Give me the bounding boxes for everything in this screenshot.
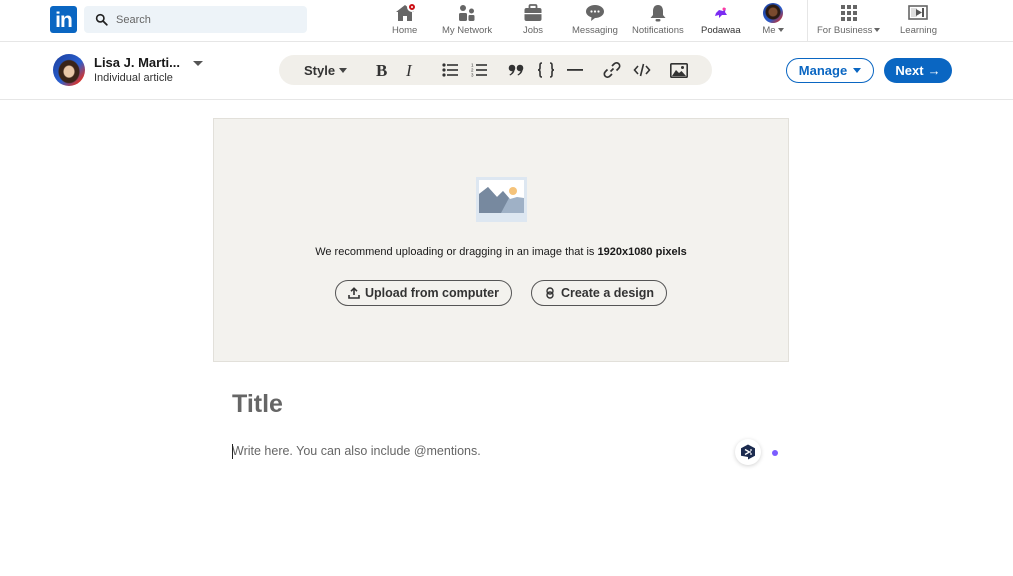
italic-icon: I	[405, 62, 413, 78]
chevron-down-icon	[339, 67, 348, 73]
manage-label: Manage	[798, 63, 848, 78]
article-type: Individual article	[94, 72, 173, 84]
grid-icon	[837, 3, 861, 23]
nav-label: For Business	[817, 25, 881, 36]
nav-label: My Network	[442, 25, 493, 36]
text-cursor	[232, 444, 233, 459]
nav-label: Learning	[900, 25, 937, 36]
bell-icon	[646, 3, 670, 23]
search-icon	[95, 13, 108, 26]
chevron-down-icon	[853, 68, 862, 73]
nav-divider	[807, 0, 808, 42]
code-block-button[interactable]	[535, 55, 557, 85]
avatar	[763, 3, 783, 23]
horizontal-rule-icon	[567, 69, 583, 71]
chevron-down-icon	[777, 28, 784, 33]
nav-label: Jobs	[522, 25, 544, 36]
play-video-icon	[906, 3, 930, 23]
italic-button[interactable]: I	[401, 55, 421, 85]
people-icon	[455, 3, 479, 23]
manage-button[interactable]: Manage	[786, 58, 874, 83]
link-icon	[603, 62, 621, 78]
author-avatar[interactable]	[53, 54, 85, 86]
chevron-down-icon	[874, 28, 881, 33]
link-button[interactable]	[601, 55, 623, 85]
nav-podawaa[interactable]: Podawaa	[701, 3, 741, 39]
curly-braces-icon	[537, 62, 555, 78]
upload-icon	[348, 287, 360, 299]
nav-jobs[interactable]: Jobs	[521, 3, 545, 39]
nav-label: Home	[392, 25, 418, 36]
quote-button[interactable]	[505, 55, 527, 85]
insert-image-button[interactable]	[668, 55, 690, 85]
upload-hint: We recommend uploading or dragging in an…	[315, 246, 687, 258]
formatting-toolbar: Style B I 123	[279, 55, 712, 85]
cover-image-dropzone[interactable]: We recommend uploading or dragging in an…	[213, 118, 789, 362]
title-input[interactable]	[232, 390, 772, 419]
linkedin-logo[interactable]: in	[50, 6, 77, 33]
nav-for-business[interactable]: For Business	[817, 3, 881, 39]
image-icon	[670, 62, 688, 78]
nav-notifications[interactable]: Notifications	[632, 3, 684, 39]
global-nav: in Home My Network Jobs Messaging Notifi	[0, 0, 1013, 42]
style-dropdown[interactable]: Style	[304, 55, 348, 85]
style-label: Style	[304, 62, 336, 78]
article-body-editor[interactable]: Write here. You can also include @mentio…	[232, 444, 722, 462]
search-bar[interactable]	[84, 6, 307, 33]
nav-label: Me	[762, 25, 784, 36]
nav-home[interactable]: Home	[392, 2, 418, 39]
nav-me[interactable]: Me	[761, 3, 785, 39]
next-label: Next	[895, 63, 924, 78]
upload-from-computer-button[interactable]: Upload from computer	[335, 280, 512, 306]
numbered-list-icon: 123	[471, 63, 487, 78]
svg-text:B: B	[376, 62, 387, 78]
embed-button[interactable]	[631, 55, 653, 85]
svg-text:3: 3	[471, 73, 474, 78]
arrow-right-icon: →	[927, 63, 941, 78]
bold-button[interactable]: B	[372, 55, 394, 85]
nav-label: Notifications	[632, 25, 684, 36]
nav-messaging[interactable]: Messaging	[572, 3, 618, 39]
briefcase-icon	[521, 3, 545, 23]
author-dropdown-chevron-icon[interactable]	[193, 61, 203, 66]
create-design-button[interactable]: Create a design	[531, 280, 667, 306]
design-label: Create a design	[560, 286, 655, 300]
notification-badge	[406, 2, 417, 12]
bulleted-list-icon	[442, 63, 458, 77]
chat-icon	[583, 3, 607, 23]
numbered-list-button[interactable]: 123	[468, 55, 490, 85]
divider-button[interactable]	[564, 55, 586, 85]
image-placeholder-icon	[476, 177, 527, 222]
writing-assistant-button[interactable]	[735, 439, 761, 465]
author-name[interactable]: Lisa J. Marti...	[94, 55, 180, 70]
nav-learning[interactable]: Learning	[900, 3, 937, 39]
status-dot	[772, 450, 778, 456]
search-input[interactable]	[116, 13, 286, 26]
bulleted-list-button[interactable]	[439, 55, 461, 85]
home-icon	[393, 2, 417, 23]
podawaa-extension-icon	[709, 3, 733, 23]
nav-label: Podawaa	[701, 25, 741, 36]
nav-my-network[interactable]: My Network	[442, 3, 492, 39]
nav-label: Messaging	[572, 25, 618, 36]
quote-icon	[508, 64, 524, 76]
svg-text:I: I	[405, 62, 413, 78]
bold-icon: B	[376, 62, 387, 78]
upload-label: Upload from computer	[364, 286, 500, 300]
design-icon	[546, 287, 554, 299]
next-button[interactable]: Next →	[884, 58, 952, 83]
code-icon	[633, 63, 651, 77]
assistant-icon	[741, 444, 755, 459]
